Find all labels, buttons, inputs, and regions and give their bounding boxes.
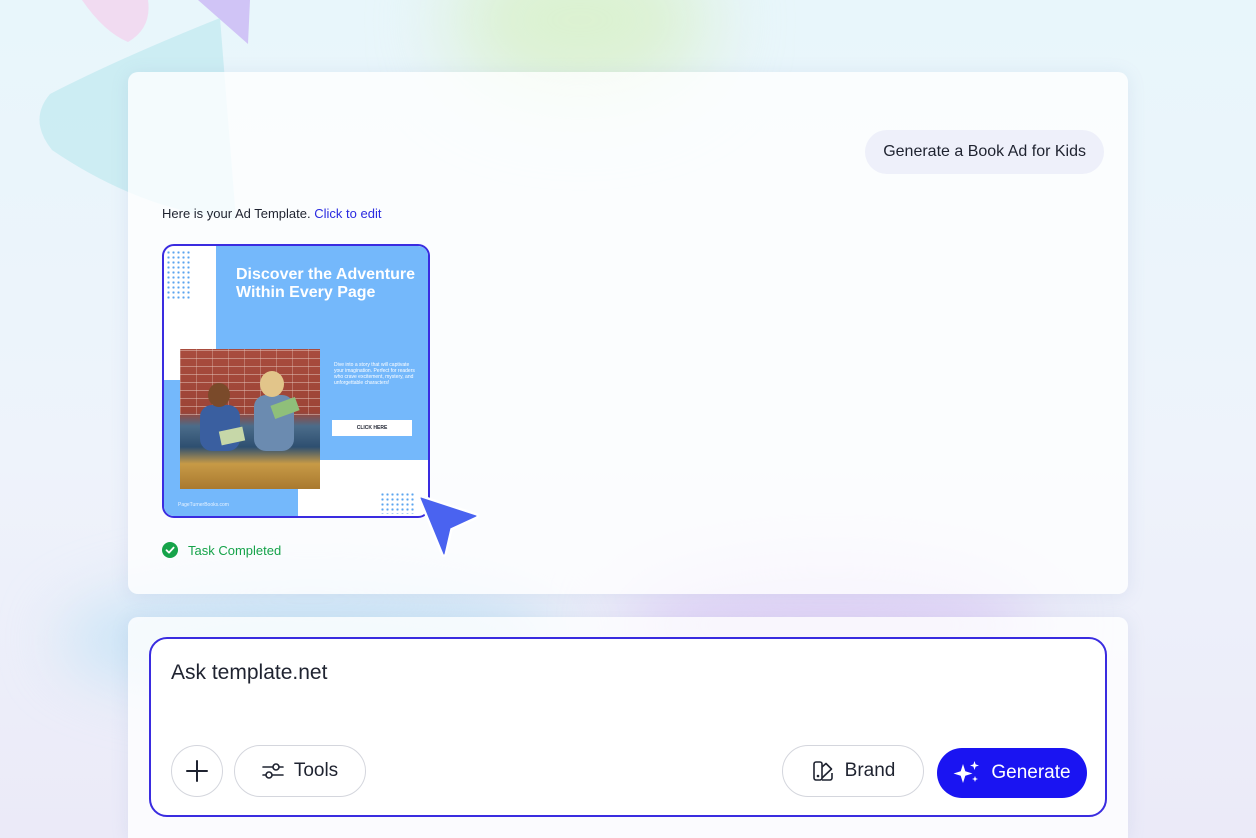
ad-template-wrapper: Discover the Adventure Within Every Page… bbox=[162, 244, 479, 557]
prompt-input[interactable] bbox=[171, 661, 1071, 685]
brand-button[interactable]: Brand bbox=[782, 745, 924, 797]
task-status: Task Completed bbox=[162, 542, 281, 558]
click-to-edit-link[interactable]: Click to edit bbox=[314, 206, 381, 221]
ad-photo bbox=[180, 349, 320, 489]
child-figure bbox=[208, 383, 230, 407]
ad-headline: Discover the Adventure Within Every Page bbox=[236, 266, 416, 301]
cursor-arrow-icon bbox=[418, 495, 479, 557]
ad-body-text: Dive into a story that will captivate yo… bbox=[334, 362, 415, 386]
user-message-text: Generate a Book Ad for Kids bbox=[883, 143, 1086, 160]
tools-label: Tools bbox=[293, 760, 339, 781]
plus-icon bbox=[186, 760, 208, 782]
chat-panel: Generate a Book Ad for Kids Here is your… bbox=[128, 72, 1128, 594]
assistant-message-text: Here is your Ad Template. bbox=[162, 206, 311, 221]
status-text: Task Completed bbox=[188, 542, 282, 558]
assistant-message: Here is your Ad Template. Click to edit bbox=[162, 206, 381, 221]
composer-panel: Tools Brand Generate bbox=[128, 617, 1128, 838]
child-figure bbox=[260, 371, 284, 397]
ad-footer-url: PageTurnerBooks.com bbox=[178, 502, 229, 508]
ad-cta-button: CLICK HERE bbox=[332, 420, 412, 436]
brick-wall bbox=[180, 349, 320, 415]
palette-icon bbox=[812, 761, 833, 781]
prompt-composer: Tools Brand Generate bbox=[149, 637, 1107, 817]
dot-pattern bbox=[380, 492, 416, 514]
ad-template-preview[interactable]: Discover the Adventure Within Every Page… bbox=[162, 244, 430, 518]
tools-button[interactable]: Tools bbox=[234, 745, 366, 797]
sliders-icon bbox=[262, 763, 284, 779]
generate-button[interactable]: Generate bbox=[937, 748, 1087, 798]
brand-label: Brand bbox=[844, 760, 896, 781]
user-message-bubble: Generate a Book Ad for Kids bbox=[865, 130, 1104, 174]
sparkles-icon bbox=[953, 761, 980, 783]
dot-pattern bbox=[166, 250, 190, 300]
check-circle-icon bbox=[162, 542, 178, 558]
generate-label: Generate bbox=[991, 762, 1071, 783]
add-button[interactable] bbox=[171, 745, 223, 797]
